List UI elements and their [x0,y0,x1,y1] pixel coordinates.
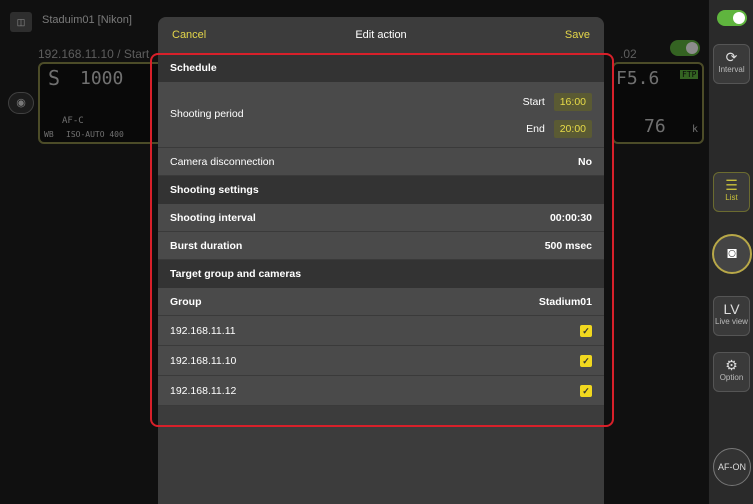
camera-ip-label: 192.168.11.10 [170,355,237,367]
edit-action-modal: Edit action Cancel Save Schedule Shootin… [158,17,604,504]
interval-button[interactable]: ⟳ Interval [713,44,750,84]
main-power-toggle[interactable] [717,10,747,26]
camera-list-item[interactable]: 192.168.11.10 ✓ [158,346,604,376]
option-label: Option [719,373,744,382]
checkbox-checked-icon[interactable]: ✓ [580,385,592,397]
live-view-button[interactable]: LV Live view [713,296,750,336]
camera-disconnection-row[interactable]: Camera disconnection No [158,148,604,176]
option-button[interactable]: ⚙ Option [713,352,750,392]
gear-icon: ⚙ [725,357,738,373]
right-sidebar: ⟳ Interval ☰ List ◙ LV Live view ⚙ Optio… [708,0,753,504]
shooting-period-label: Shooting period [170,108,244,120]
burst-duration-label: Burst duration [170,240,243,252]
schedule-heading: Schedule [158,54,604,82]
group-label: Group [170,296,202,308]
shooting-settings-heading: Shooting settings [158,176,604,204]
live-view-icon: LV [723,301,740,317]
shooting-period-row: Shooting period Start 16:00 End 20:00 [158,82,604,148]
live-view-label: Live view [715,317,748,326]
list-icon: ☰ [725,177,738,193]
modal-title: Edit action [355,29,407,41]
camera-disconnection-label: Camera disconnection [170,156,275,168]
camera-list-item[interactable]: 192.168.11.12 ✓ [158,376,604,406]
shutter-button[interactable]: ◙ [712,234,752,274]
start-label: Start [522,96,545,108]
shooting-interval-row[interactable]: Shooting interval 00:00:30 [158,204,604,232]
start-time-field[interactable]: 16:00 [553,93,592,111]
af-on-button[interactable]: AF-ON [713,448,751,486]
burst-duration-value: 500 msec [544,240,592,252]
group-row[interactable]: Group Stadium01 [158,288,604,316]
camera-list-item[interactable]: 192.168.11.11 ✓ [158,316,604,346]
interval-label: Interval [718,65,745,74]
shooting-interval-value: 00:00:30 [549,212,592,224]
list-button[interactable]: ☰ List [713,172,750,212]
burst-duration-row[interactable]: Burst duration 500 msec [158,232,604,260]
group-value: Stadium01 [538,296,592,308]
end-label: End [526,123,545,135]
start-time-line: Start 16:00 [523,93,592,111]
target-heading: Target group and cameras [158,260,604,288]
shooting-interval-label: Shooting interval [170,212,256,224]
end-time-field[interactable]: 20:00 [553,120,592,138]
checkbox-checked-icon[interactable]: ✓ [580,325,592,337]
list-label: List [725,193,738,202]
interval-icon: ⟳ [725,49,738,65]
save-button[interactable]: Save [565,29,590,41]
cancel-button[interactable]: Cancel [172,29,206,41]
camera-ip-label: 192.168.11.11 [170,325,236,337]
end-time-line: End 20:00 [526,120,592,138]
camera-shutter-icon: ◙ [727,245,737,262]
checkbox-checked-icon[interactable]: ✓ [580,355,592,367]
camera-ip-label: 192.168.11.12 [170,385,237,397]
app-root: ◫ Staduim01 [Nikon] 192.168.11.10 / Star… [0,0,753,504]
camera-disconnection-value: No [578,156,592,168]
modal-header: Edit action Cancel Save [158,17,604,54]
modal-content: Schedule Shooting period Start 16:00 End… [158,54,604,406]
